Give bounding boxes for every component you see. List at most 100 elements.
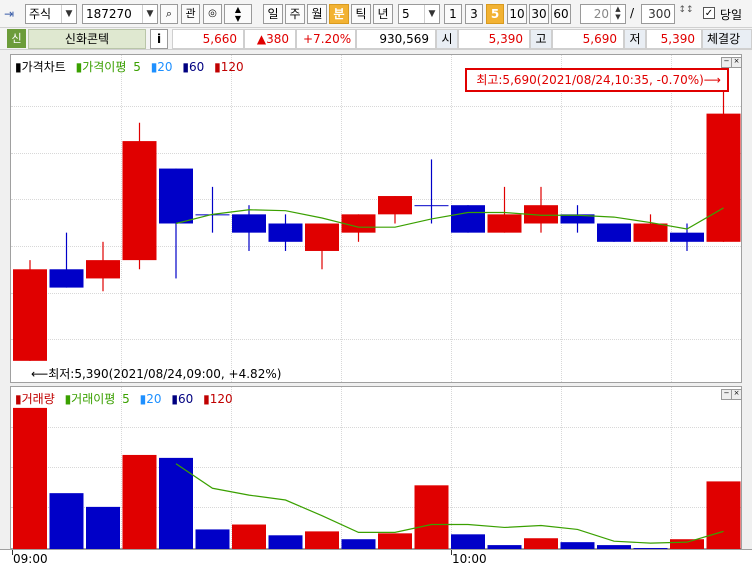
candle-body: [597, 223, 631, 242]
exec-strength-label: 체결강: [702, 29, 752, 49]
minute-tab-10[interactable]: 10: [507, 4, 527, 24]
legend-label: 거래량: [21, 392, 55, 406]
price-chart-svg: [13, 86, 741, 361]
minute-tab-1[interactable]: 1: [444, 4, 462, 24]
info-button[interactable]: i: [150, 29, 168, 49]
spinner-icon[interactable]: ▲ ▼: [610, 5, 625, 23]
total-count-input[interactable]: 300: [641, 4, 675, 24]
candle-body: [451, 205, 485, 233]
period-tab-tick[interactable]: 틱: [351, 4, 371, 24]
legend-label: 20: [157, 60, 173, 74]
high-label: 고: [530, 29, 552, 49]
legend-label: 가격차트: [21, 60, 66, 74]
candle-body: [706, 113, 741, 242]
minute-tab-30[interactable]: 30: [529, 4, 549, 24]
candle-body: [268, 223, 303, 242]
today-checkbox[interactable]: ✓: [703, 7, 715, 19]
volume-chart-panel[interactable]: ▮거래량 ▮거래이평 5 ▮20 ▮60 ▮120 − ×: [10, 386, 742, 550]
chevron-down-icon[interactable]: ▼: [424, 5, 439, 23]
volume-value: 930,569: [356, 29, 436, 49]
price-chart-panel[interactable]: ▮가격차트 ▮가격이평 5 ▮20 ▮60 ▮120 최고:5,690(2021…: [10, 54, 742, 383]
x-axis: 09:00 10:00: [0, 549, 752, 567]
volume-bar: [232, 524, 266, 550]
close-icon[interactable]: ×: [731, 389, 742, 400]
legend-vol-ma120: ▮120: [203, 392, 233, 406]
volume-bar: [378, 533, 412, 550]
volume-bar: [122, 454, 157, 550]
stock-code-input[interactable]: 187270 ▼: [82, 4, 158, 24]
open-label: 시: [436, 29, 458, 49]
total-count-value: 300: [648, 7, 671, 21]
candle-body: [232, 214, 266, 233]
market-select-value: 주식: [29, 7, 52, 21]
candle-body: [49, 269, 84, 288]
zoom-icon[interactable]: ↕↕: [677, 6, 695, 22]
legend-ma20: ▮20: [150, 60, 173, 74]
legend-label: 5: [133, 60, 141, 74]
current-price: 5,660: [172, 29, 244, 49]
toolbar: ⇥ 주식 ▼ 187270 ▼ ⌕ 관 ◎ ▲ ▼ 일 주 월 분 틱 년 5 ▼…: [0, 0, 752, 28]
up-down-stepper-icon[interactable]: ▲ ▼: [224, 4, 252, 24]
market-select[interactable]: 주식 ▼: [25, 4, 77, 24]
interest-button-label: 관: [185, 7, 196, 20]
legend-label: 120: [209, 392, 233, 406]
stock-code-value: 187270: [86, 7, 132, 21]
legend-label: 5: [122, 392, 130, 406]
minute-tab-label: 1: [449, 7, 457, 21]
legend-label: 60: [189, 60, 205, 74]
candle-body: [159, 168, 193, 224]
search-icon[interactable]: ⌕: [160, 4, 178, 24]
quote-bar: 신 신화콘텍 i 5,660 ▲380 +7.20% 930,569 시 5,3…: [0, 28, 752, 50]
high-annotation: 최고:5,690(2021/08/24,10:35, -0.70%)⟶: [465, 68, 729, 92]
volume-bar: [195, 529, 230, 550]
volume-bar: [706, 481, 741, 550]
legend-vol-ma20: ▮20: [139, 392, 162, 406]
interest-button[interactable]: 관: [181, 4, 200, 24]
period-tab-label: 주: [289, 7, 301, 21]
candle-body: [13, 269, 47, 361]
minute-tab-label: 30: [531, 7, 547, 21]
legend-label: 120: [220, 60, 244, 74]
period-tab-day[interactable]: 일: [263, 4, 283, 24]
minute-tab-60[interactable]: 60: [551, 4, 571, 24]
price-change-pct: +7.20%: [296, 29, 356, 49]
legend-ma60: ▮60: [182, 60, 205, 74]
volume-bar: [268, 535, 303, 550]
candle-body: [341, 214, 376, 233]
candle-body: [633, 223, 668, 242]
low-annotation: ⟵최저:5,390(2021/08/24,09:00, +4.82%): [31, 367, 282, 381]
count-input[interactable]: 20 ▲ ▼: [580, 4, 626, 24]
volume-bar: [305, 531, 339, 550]
close-icon[interactable]: ×: [731, 57, 742, 68]
volume-legend: ▮거래량 ▮거래이평 5 ▮20 ▮60 ▮120: [15, 390, 239, 407]
period-tab-month[interactable]: 월: [307, 4, 327, 24]
chevron-down-icon[interactable]: ▼: [142, 5, 157, 23]
period-tab-label: 일: [267, 7, 279, 21]
stock-name[interactable]: 신화콘텍: [28, 29, 146, 49]
minute-tab-5[interactable]: 5: [486, 4, 504, 24]
high-price: 5,690: [552, 29, 624, 49]
minute-tab-3[interactable]: 3: [465, 4, 483, 24]
menu-arrow-icon[interactable]: ⇥: [4, 5, 22, 23]
volume-bar: [414, 485, 449, 550]
slash-label: /: [630, 6, 635, 20]
low-price: 5,390: [646, 29, 702, 49]
minute-tab-label: 10: [509, 7, 525, 21]
period-tabs: 일 주 월 분 틱 년: [263, 4, 393, 24]
period-tab-minute[interactable]: 분: [329, 4, 349, 24]
volume-bar: [451, 534, 485, 550]
period-tab-year[interactable]: 년: [373, 4, 393, 24]
low-label: 저: [624, 29, 646, 49]
candle-body: [86, 260, 120, 279]
period-tab-label: 월: [311, 7, 323, 21]
legend-ma120: ▮120: [214, 60, 244, 74]
refresh-icon[interactable]: ◎: [203, 4, 222, 24]
legend-label: 20: [146, 392, 162, 406]
candle-body: [414, 205, 449, 207]
interval-select[interactable]: 5 ▼: [398, 4, 440, 24]
price-change: ▲380: [244, 29, 296, 49]
period-tab-week[interactable]: 주: [285, 4, 305, 24]
chevron-down-icon[interactable]: ▼: [61, 5, 76, 23]
price-legend: ▮가격차트 ▮가격이평 5 ▮20 ▮60 ▮120: [15, 58, 250, 75]
minute-tab-label: 3: [470, 7, 478, 21]
